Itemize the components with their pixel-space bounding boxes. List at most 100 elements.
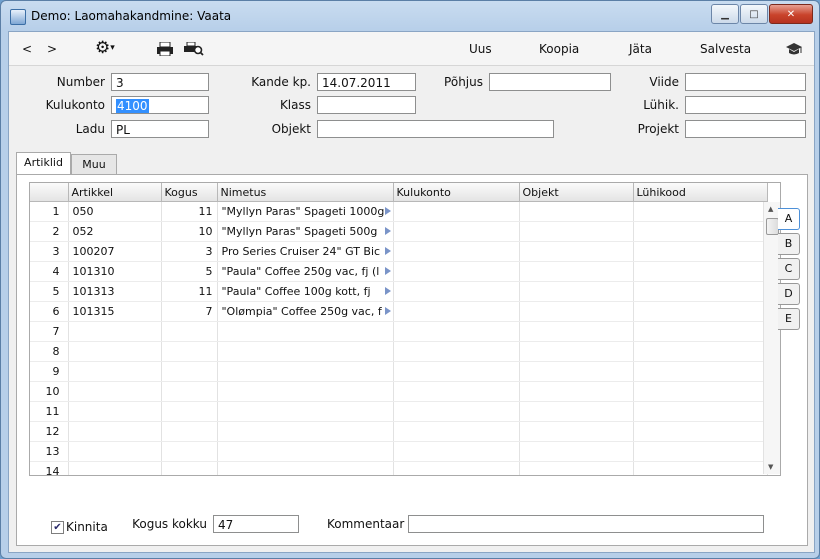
back-button[interactable]: < [22,42,32,56]
side-tab-c[interactable]: C [778,258,800,280]
nimetus-cell[interactable] [217,321,394,342]
luhikood-cell[interactable] [633,341,768,362]
kulukonto-cell[interactable] [393,301,520,322]
kogus-cell[interactable] [161,381,218,402]
nimetus-cell[interactable] [217,361,394,382]
kulukonto-cell[interactable] [393,441,520,462]
table-row[interactable]: 6 101315 7 "Olømpia" Coffee 250g vac, f [30,301,768,322]
artikkel-cell[interactable] [68,421,162,442]
col-header-kogus[interactable]: Kogus [161,183,218,202]
luhikood-cell[interactable] [633,321,768,342]
rows-grid[interactable]: Artikkel Kogus Nimetus Kulukonto Objekt … [29,182,781,476]
nimetus-cell[interactable] [217,401,394,422]
kogus-cell[interactable]: 3 [161,241,218,262]
scroll-up-icon[interactable]: ▲ [768,205,773,213]
ladu-field[interactable]: PL [111,120,209,138]
artikkel-cell[interactable] [68,361,162,382]
pohjus-field[interactable] [489,73,611,91]
kogus-cell[interactable]: 5 [161,261,218,282]
maximize-button[interactable]: □ [740,4,768,24]
objekt-cell[interactable] [519,381,634,402]
copy-button[interactable]: Koopia [539,42,579,56]
luhikood-cell[interactable] [633,241,768,262]
save-button[interactable]: Salvesta [700,42,751,56]
luhik-field[interactable] [685,96,806,114]
scroll-down-icon[interactable]: ▼ [768,463,773,471]
objekt-cell[interactable] [519,321,634,342]
expand-arrow-icon[interactable] [384,227,391,235]
gear-icon[interactable]: ⚙▾ [95,38,115,58]
objekt-cell[interactable] [519,421,634,442]
artikkel-cell[interactable] [68,401,162,422]
artikkel-cell[interactable]: 052 [68,221,162,242]
side-tab-a[interactable]: A [778,208,800,230]
artikkel-cell[interactable] [68,461,162,475]
nimetus-cell[interactable] [217,381,394,402]
table-row[interactable]: 12 [30,421,768,442]
tab-artiklid[interactable]: Artiklid [16,152,71,174]
artikkel-cell[interactable]: 101313 [68,281,162,302]
kulukonto-cell[interactable] [393,241,520,262]
kulukonto-cell[interactable] [393,361,520,382]
artikkel-cell[interactable]: 050 [68,201,162,222]
col-header-kulukonto[interactable]: Kulukonto [393,183,520,202]
objekt-cell[interactable] [519,441,634,462]
table-row[interactable]: 7 [30,321,768,342]
table-row[interactable]: 8 [30,341,768,362]
col-header-nimetus[interactable]: Nimetus [217,183,394,202]
side-tab-b[interactable]: B [778,233,800,255]
artikkel-cell[interactable] [68,441,162,462]
kulukonto-cell[interactable] [393,201,520,222]
viide-field[interactable] [685,73,806,91]
table-row[interactable]: 1 050 11 "Myllyn Paras" Spageti 1000g [30,201,768,222]
kogus-cell[interactable] [161,361,218,382]
kulukonto-cell[interactable] [393,221,520,242]
luhikood-cell[interactable] [633,401,768,422]
table-row[interactable]: 13 [30,441,768,462]
objekt-cell[interactable] [519,361,634,382]
col-header-artikkel[interactable]: Artikkel [68,183,162,202]
nimetus-cell[interactable] [217,461,394,475]
expand-arrow-icon[interactable] [384,247,391,255]
klass-field[interactable] [317,96,416,114]
print-icon[interactable] [156,41,174,59]
kogus-cell[interactable] [161,441,218,462]
artikkel-cell[interactable]: 100207 [68,241,162,262]
kogus-cell[interactable] [161,421,218,442]
kogus-kokku-field[interactable]: 47 [213,515,299,533]
table-row[interactable]: 14 [30,461,768,475]
kommentaar-field[interactable] [408,515,764,533]
kulukonto-cell[interactable] [393,281,520,302]
tab-muu[interactable]: Muu [71,154,117,174]
kogus-cell[interactable] [161,321,218,342]
minimize-button[interactable]: ▁ [711,4,739,24]
objekt-cell[interactable] [519,341,634,362]
nimetus-cell[interactable] [217,341,394,362]
luhikood-cell[interactable] [633,361,768,382]
kogus-cell[interactable] [161,341,218,362]
objekt-cell[interactable] [519,301,634,322]
kinnita-checkbox[interactable]: ✔ [51,521,64,534]
table-row[interactable]: 9 [30,361,768,382]
kulukonto-cell[interactable] [393,401,520,422]
luhikood-cell[interactable] [633,281,768,302]
nimetus-cell[interactable]: "Myllyn Paras" Spageti 500g [217,221,394,242]
graduation-cap-icon[interactable] [786,43,802,59]
objekt-cell[interactable] [519,401,634,422]
print-preview-icon[interactable] [184,41,204,59]
side-tab-e[interactable]: E [778,308,800,330]
kulukonto-cell[interactable] [393,461,520,475]
objekt-cell[interactable] [519,281,634,302]
luhikood-cell[interactable] [633,201,768,222]
nimetus-cell[interactable]: "Olømpia" Coffee 250g vac, f [217,301,394,322]
kogus-cell[interactable]: 11 [161,201,218,222]
number-field[interactable]: 3 [111,73,209,91]
kulukonto-cell[interactable] [393,261,520,282]
expand-arrow-icon[interactable] [384,267,391,275]
luhikood-cell[interactable] [633,461,768,475]
kulukonto-cell[interactable] [393,381,520,402]
artikkel-cell[interactable]: 101310 [68,261,162,282]
close-button[interactable]: ✕ [769,4,813,24]
luhikood-cell[interactable] [633,261,768,282]
kogus-cell[interactable]: 7 [161,301,218,322]
